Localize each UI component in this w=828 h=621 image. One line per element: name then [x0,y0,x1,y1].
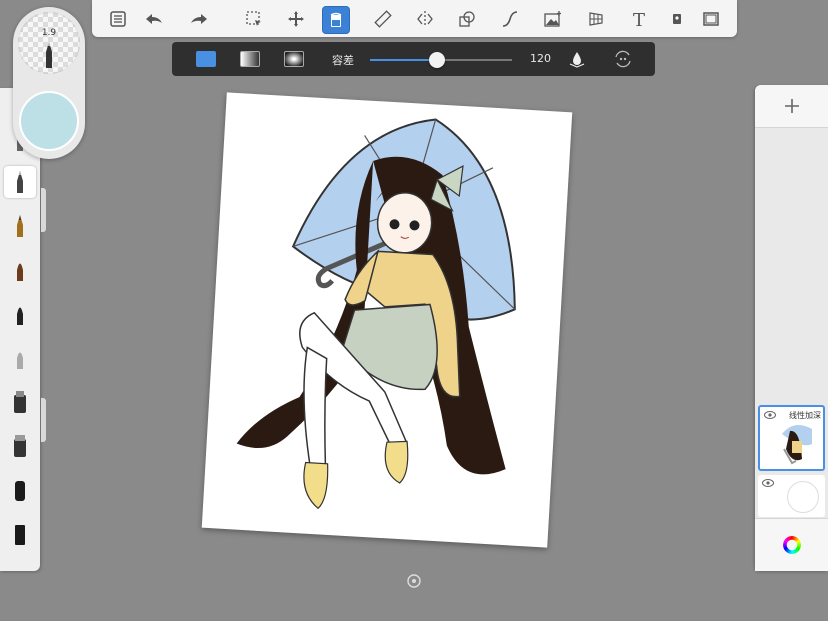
main-toolbar: T [92,0,737,37]
fill-mode-toggle-icon[interactable] [612,49,634,69]
ruler-icon[interactable] [370,6,396,32]
perspective-icon[interactable] [583,6,609,32]
import-image-icon[interactable] [540,6,566,32]
curve-icon[interactable] [497,6,523,32]
svg-text:T: T [633,10,645,29]
brush-library-icon[interactable] [105,6,131,32]
hard-eraser-brush-icon[interactable] [4,518,36,550]
tolerance-slider[interactable] [370,52,512,68]
brush-size-puck[interactable]: 1.9 [18,12,80,74]
add-layer-button[interactable] [755,85,828,128]
current-color-puck[interactable] [19,91,79,151]
tolerance-value: 120 [530,52,551,65]
reset-view-icon[interactable] [406,573,422,589]
brush-size-value: 1.9 [41,28,57,38]
redo-icon[interactable] [186,6,212,32]
tolerance-slider-knob[interactable] [428,52,445,68]
layer-thumbnail [782,425,812,465]
sample-layer-icon[interactable] [568,50,586,68]
tolerance-label: 容差 [332,54,354,67]
selection-icon[interactable] [241,6,267,32]
fountain-pen-brush-icon[interactable] [4,210,36,242]
shape-icon[interactable] [454,6,480,32]
fullscreen-icon[interactable] [698,6,724,32]
drawing-canvas[interactable] [201,92,573,548]
soft-eraser-brush-icon[interactable] [4,474,36,506]
technical-pen-brush-icon[interactable] [4,166,36,198]
color-editor-button[interactable] [755,518,828,571]
flipbook-icon[interactable] [664,6,690,32]
plus-icon [784,99,799,113]
transform-icon[interactable] [283,6,309,32]
text-icon[interactable]: T [626,6,652,32]
layer-thumbnail [787,481,819,513]
paint-brush-icon[interactable] [4,254,36,286]
fill-options-bar: 容差 120 [172,42,655,76]
fill-linear-gradient-icon[interactable] [240,51,260,67]
brush-puck: 1.9 [13,7,85,159]
brush-palette [0,88,40,571]
airbrush-icon[interactable] [4,342,36,374]
layer-item-2[interactable] [758,475,825,517]
tolerance-slider-fill [370,59,437,61]
eye-icon[interactable] [762,479,774,487]
fill-solid-icon[interactable] [196,51,216,67]
wide-marker-brush-icon[interactable] [4,430,36,462]
marker-brush-icon[interactable] [4,386,36,418]
eye-icon[interactable] [764,411,776,419]
layer-item-1[interactable]: 线性加深 [758,405,825,471]
ink-brush-icon[interactable] [4,298,36,330]
symmetry-icon[interactable] [412,6,438,32]
undo-icon[interactable] [141,6,167,32]
artwork-illustration [236,118,516,510]
fill-radial-gradient-icon[interactable] [284,51,304,67]
size-slider-handle[interactable] [41,188,46,232]
color-wheel-icon [782,536,801,554]
opacity-slider-handle[interactable] [41,398,46,442]
layers-panel: 线性加深 [755,85,828,571]
fill-bucket-icon[interactable] [322,6,350,34]
